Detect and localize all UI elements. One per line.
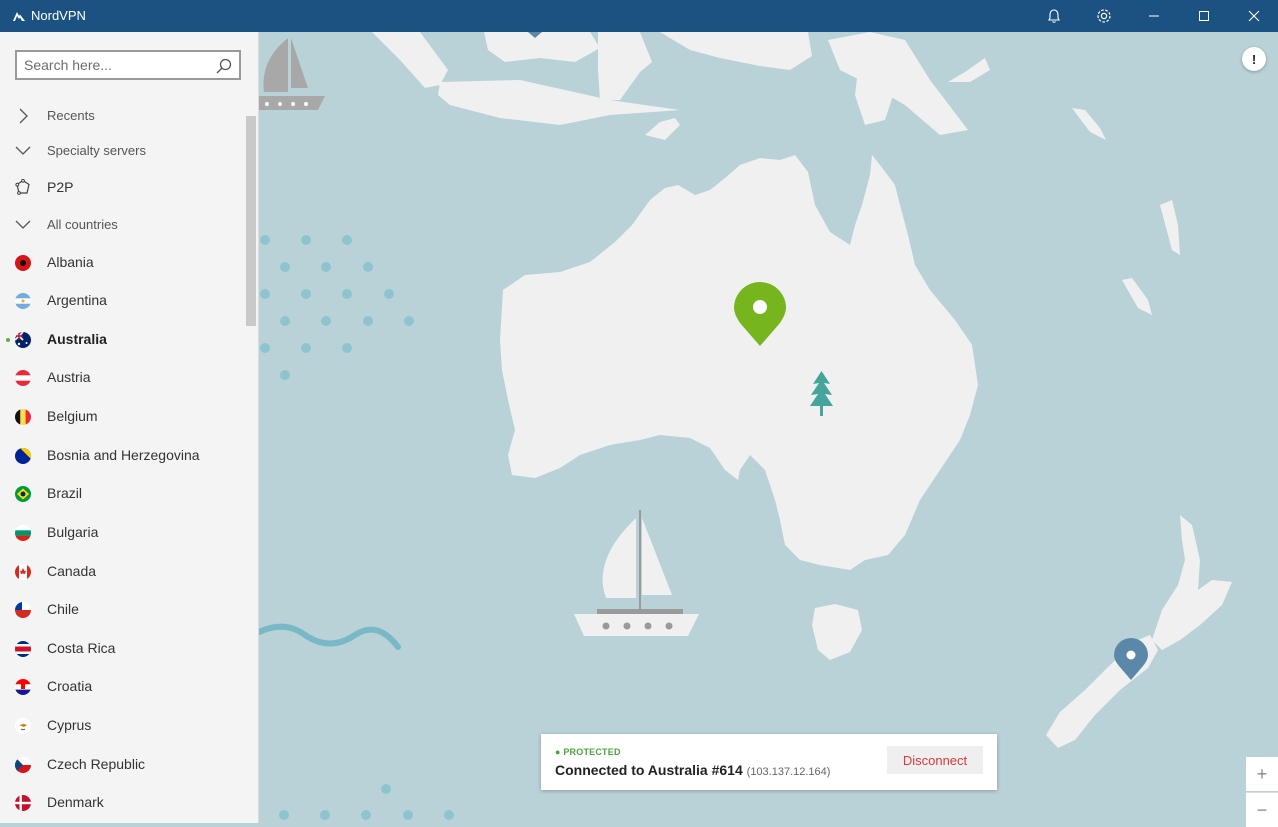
argentina-flag-icon xyxy=(15,293,31,309)
sidebar-item-recents[interactable]: Recents xyxy=(0,99,246,133)
croatia-flag-icon xyxy=(15,679,31,695)
search-icon xyxy=(216,58,232,74)
sidebar-item-chile[interactable]: Chile xyxy=(0,592,246,626)
sidebar-item-costa-rica[interactable]: Costa Rica xyxy=(0,631,246,665)
country-label: Belgium xyxy=(47,408,98,424)
austria-flag-icon xyxy=(15,370,31,386)
sidebar-item-label: All countries xyxy=(47,217,118,232)
country-label: Bulgaria xyxy=(47,524,99,540)
connected-indicator xyxy=(6,338,10,342)
info-button[interactable]: ! xyxy=(1242,47,1266,71)
bulgaria-flag-icon xyxy=(15,525,31,541)
sidebar-item-bulgaria[interactable]: Bulgaria xyxy=(0,515,246,549)
sidebar-item-belgium[interactable]: Belgium xyxy=(0,399,246,433)
server-sidebar: Search here... Recents Specialty servers… xyxy=(0,32,259,823)
maximize-button[interactable] xyxy=(1182,0,1226,32)
sidebar-item-argentina[interactable]: Argentina xyxy=(0,283,246,317)
connection-status-card: ● PROTECTED Connected to Australia #614 … xyxy=(541,734,997,790)
australia-flag-icon xyxy=(15,332,31,348)
maximize-icon xyxy=(1199,11,1209,21)
p2p-icon xyxy=(15,179,30,195)
minimize-button[interactable] xyxy=(1132,0,1176,32)
disconnect-button[interactable]: Disconnect xyxy=(887,746,983,774)
country-label: Croatia xyxy=(47,678,93,694)
chevron-down-icon xyxy=(15,220,31,229)
window-title: NordVPN xyxy=(31,8,86,23)
country-label: Denmark xyxy=(47,794,104,810)
brazil-flag-icon xyxy=(15,486,31,502)
settings-button[interactable] xyxy=(1082,0,1126,32)
sidebar-item-austria[interactable]: Austria xyxy=(0,360,246,394)
title-bar: NordVPN xyxy=(0,0,1278,32)
country-label: Czech Republic xyxy=(47,756,146,772)
country-label: Albania xyxy=(47,254,94,270)
sidebar-item-croatia[interactable]: Croatia xyxy=(0,669,246,703)
chevron-right-icon xyxy=(19,108,28,124)
country-label: Brazil xyxy=(47,485,83,501)
sidebar-item-canada[interactable]: Canada xyxy=(0,554,246,588)
protection-status: ● PROTECTED xyxy=(555,747,621,757)
canada-flag-icon xyxy=(15,564,31,580)
search-placeholder: Search here... xyxy=(24,57,112,73)
notifications-button[interactable] xyxy=(1032,0,1076,32)
country-label: Austria xyxy=(47,369,91,385)
country-label: Canada xyxy=(47,563,97,579)
connection-ip: (103.137.12.164) xyxy=(746,766,831,778)
world-map[interactable] xyxy=(259,32,1278,823)
nordvpn-logo-icon xyxy=(13,12,25,21)
costa-rica-flag-icon xyxy=(15,641,31,657)
sidebar-item-denmark[interactable]: Denmark xyxy=(0,785,246,819)
close-icon xyxy=(1248,10,1260,22)
sidebar-item-cyprus[interactable]: Cyprus xyxy=(0,708,246,742)
czech-flag-icon xyxy=(15,757,31,773)
sidebar-item-label: P2P xyxy=(47,179,74,195)
sidebar-item-brazil[interactable]: Brazil xyxy=(0,476,246,510)
search-input[interactable]: Search here... xyxy=(15,50,241,80)
minimize-icon xyxy=(1149,15,1159,17)
country-label: Chile xyxy=(47,601,79,617)
sidebar-item-all-countries[interactable]: All countries xyxy=(0,208,246,242)
protection-status-label: PROTECTED xyxy=(563,747,621,757)
sidebar-item-specialty-servers[interactable]: Specialty servers xyxy=(0,134,246,168)
connection-label: Connected to Australia #614 (103.137.12.… xyxy=(555,762,830,778)
country-label: Argentina xyxy=(47,292,107,308)
bosnia-flag-icon xyxy=(15,448,31,464)
connection-server: Connected to Australia #614 xyxy=(555,762,743,778)
sidebar-item-czech-republic[interactable]: Czech Republic xyxy=(0,747,246,781)
denmark-flag-icon xyxy=(15,795,31,811)
zoom-in-button[interactable]: + xyxy=(1246,757,1278,791)
sidebar-scrollbar[interactable] xyxy=(246,116,256,326)
albania-flag-icon xyxy=(15,255,31,271)
chevron-down-icon xyxy=(15,146,31,155)
sidebar-item-label: Specialty servers xyxy=(47,143,146,158)
sidebar-item-albania[interactable]: Albania xyxy=(0,245,246,279)
country-label: Cyprus xyxy=(47,717,92,733)
sidebar-item-label: Recents xyxy=(47,108,95,123)
belgium-flag-icon xyxy=(15,409,31,425)
close-button[interactable] xyxy=(1232,0,1276,32)
sidebar-item-australia[interactable]: Australia xyxy=(0,322,246,356)
sidebar-item-bosnia-and-herzegovina[interactable]: Bosnia and Herzegovina xyxy=(0,438,246,472)
chile-flag-icon xyxy=(15,602,31,618)
zoom-out-button[interactable]: − xyxy=(1246,792,1278,827)
country-label: Bosnia and Herzegovina xyxy=(47,447,200,463)
cyprus-flag-icon xyxy=(15,718,31,734)
gear-icon xyxy=(1097,9,1111,23)
sidebar-item-p2p[interactable]: P2P xyxy=(0,170,246,204)
bell-icon xyxy=(1048,9,1060,23)
country-label: Costa Rica xyxy=(47,640,116,656)
country-label: Australia xyxy=(47,331,107,347)
